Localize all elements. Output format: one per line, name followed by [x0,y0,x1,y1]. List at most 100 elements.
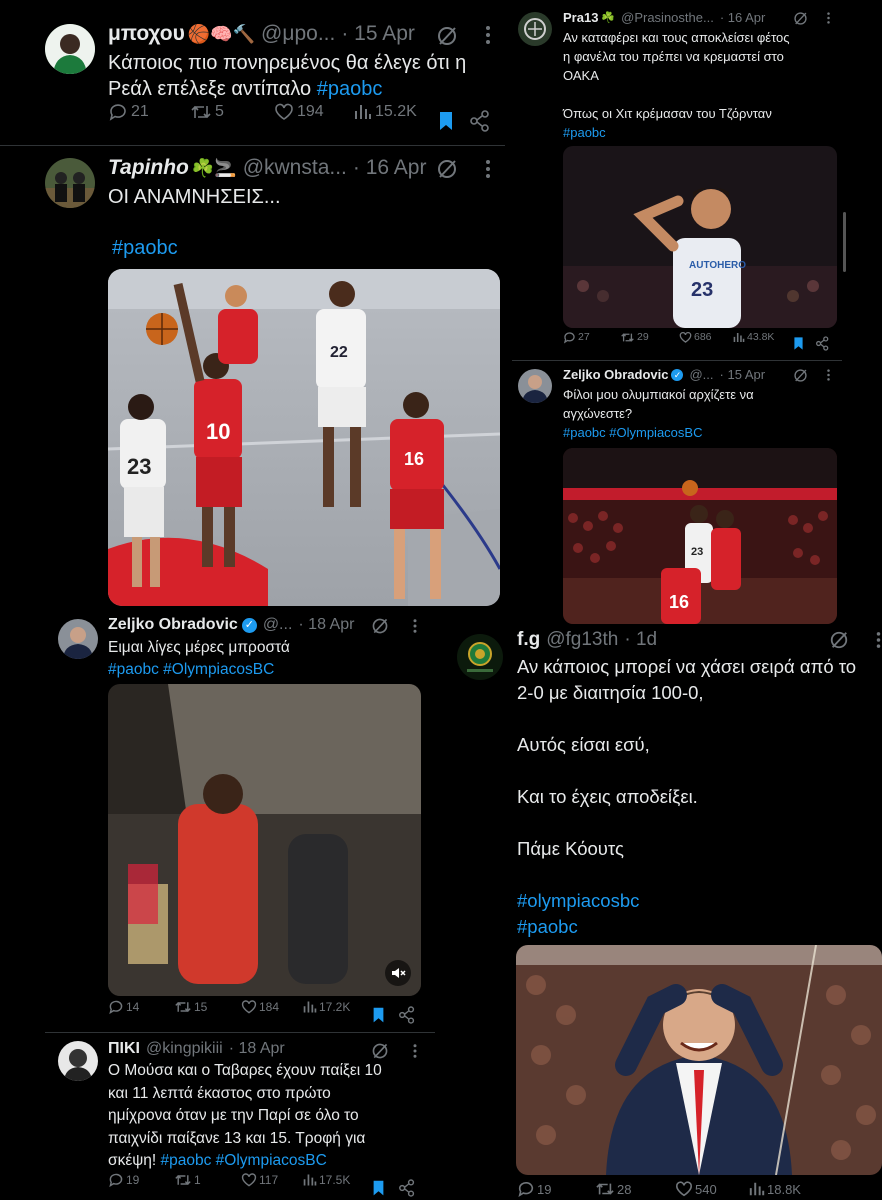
hashtag-link[interactable]: #olympiacosbc [517,888,856,914]
retweet-button[interactable]: 15 [174,999,207,1015]
hashtag-link[interactable]: #paobc [517,914,856,940]
grok-icon[interactable] [793,368,808,388]
share-icon[interactable] [816,336,829,354]
share-icon[interactable] [399,1179,415,1200]
reply-button[interactable]: 21 [108,102,149,122]
views-button[interactable]: 18.8K [749,1180,801,1198]
tweet-video[interactable] [108,684,421,996]
tweet-image-salute[interactable]: AUTOHERO 23 [563,146,837,328]
bookmark-icon[interactable] [438,110,454,137]
author-name[interactable]: Zeljko Obradovic [108,616,238,634]
hashtag-link[interactable]: #paobc [563,123,790,142]
like-button[interactable]: 194 [274,102,324,122]
tweet-zeljko-video[interactable]: Zeljko Obradovic ✓ @... · 18 Apr Ειμαι λ… [0,611,435,1031]
hashtag-link[interactable]: #paobc #OlympiacosBC [563,423,754,442]
avatar-image [58,1041,98,1081]
tweet-zeljko-image[interactable]: Zeljko Obradovic ✓ @... · 15 Apr Φίλοι μ… [505,361,845,626]
tweet-date[interactable]: · 16 Apr [720,10,766,25]
author-handle[interactable]: @fg13th [546,629,618,651]
views-button[interactable]: 17.2K [303,999,350,1015]
heart-icon [241,1173,257,1187]
tweet-date[interactable]: · 15 Apr [720,367,766,382]
hashtag-link[interactable]: #paobc #OlympiacosBC [161,1152,327,1169]
views-button[interactable]: 15.2K [354,102,417,122]
bookmark-icon[interactable] [793,336,804,354]
more-icon[interactable] [412,1043,418,1064]
tweet-mpoxou[interactable]: μποχου 🏀🧠🔨 @μpo... · 15 Apr Κάποιος πιο … [0,0,505,145]
tweet-text-line: Αν κάποιος μπορεί να χάσει σειρά από το [517,656,857,677]
author-handle[interactable]: @... [689,367,713,382]
views-icon [303,1001,317,1013]
author-name[interactable]: Tapinho [108,156,189,180]
avatar[interactable] [457,634,503,680]
tweet-piki[interactable]: ΠΙΚΙ @kingpikiii · 18 Apr Ο Μούσα και ο … [0,1033,435,1200]
jersey-number: 16 [404,449,424,469]
scrollbar-thumb[interactable] [843,212,846,272]
like-button[interactable]: 184 [241,999,279,1015]
more-icon[interactable] [484,25,492,50]
reply-button[interactable]: 19 [517,1180,551,1198]
avatar[interactable] [45,158,95,208]
mute-icon[interactable] [385,960,411,986]
retweet-button[interactable]: 5 [190,102,224,122]
tweet-date[interactable]: · 15 Apr [341,22,415,46]
tweet-tapinho[interactable]: Tapinho ☘️🚬 @kwnsta... · 16 Apr ΟΙ ΑΝΑΜΝ… [0,146,505,611]
more-icon[interactable] [826,368,831,387]
hashtag-link[interactable]: #paobc #OlympiacosBC [108,659,290,681]
reply-button[interactable]: 19 [108,1172,139,1188]
author-handle[interactable]: @... [263,616,293,634]
share-icon[interactable] [399,1006,415,1027]
grok-icon[interactable] [436,25,458,52]
author-handle[interactable]: @kingpikiii [146,1040,223,1058]
retweet-button[interactable]: 1 [174,1172,201,1188]
avatar[interactable] [518,12,552,46]
reply-button[interactable]: 14 [108,999,139,1015]
author-name[interactable]: ΠΙΚΙ [108,1040,140,1058]
avatar[interactable] [58,1041,98,1081]
grok-icon[interactable] [829,630,849,655]
bookmark-icon[interactable] [372,1179,385,1200]
author-handle[interactable]: @Prasinosthe... [621,10,714,25]
avatar[interactable] [45,24,95,74]
reply-button[interactable]: 27 [563,331,590,344]
more-icon[interactable] [875,631,882,654]
more-icon[interactable] [826,11,831,30]
tweet-pra13[interactable]: Pra13 ☘️ @Prasinosthe... · 16 Apr Αν κατ… [505,0,846,360]
more-icon[interactable] [412,618,418,639]
tweet-text-line [517,862,856,888]
like-button[interactable]: 540 [675,1180,717,1198]
tweet-date[interactable]: · 1d [624,629,657,651]
tweet-image-basketball[interactable]: 23 10 22 16 [108,269,500,606]
retweet-button[interactable]: 29 [620,331,649,344]
tweet-image-arena[interactable]: 23 16 [563,448,837,624]
grok-icon[interactable] [371,617,389,640]
author-name[interactable]: μποχου [108,22,185,46]
more-icon[interactable] [484,159,492,184]
tweet-text-line: αγχώνεστε? [563,406,633,421]
avatar[interactable] [518,369,552,403]
tweet-date[interactable]: · 18 Apr [298,616,354,634]
views-button[interactable]: 43.8K [733,331,774,344]
tweet-text-line: ΟΙ ΑΝΑΜΝΗΣΕΙΣ... [108,186,281,208]
author-name[interactable]: f.g [517,629,540,651]
tweet-date[interactable]: · 18 Apr [229,1040,285,1058]
avatar[interactable] [58,619,98,659]
retweet-button[interactable]: 28 [595,1180,631,1198]
tweet-fg[interactable]: f.g @fg13th · 1d Αν κάποιος μπορεί να χά… [445,626,882,1200]
views-button[interactable]: 17.5K [303,1172,350,1188]
tweet-date[interactable]: · 16 Apr [353,156,427,180]
bookmark-icon[interactable] [372,1006,385,1027]
author-name[interactable]: Zeljko Obradovic [563,367,668,382]
grok-icon[interactable] [436,158,458,185]
share-icon[interactable] [470,110,490,137]
tweet-text-line [517,706,856,732]
hashtag-link[interactable]: #paobc [112,237,178,259]
hashtag-link[interactable]: #paobc [317,78,383,100]
like-button[interactable]: 117 [241,1172,278,1188]
tweet-image-coach[interactable] [516,945,882,1175]
author-handle[interactable]: @kwnsta... [243,156,347,180]
author-handle[interactable]: @μpo... [261,22,335,46]
author-name[interactable]: Pra13 [563,10,598,25]
like-button[interactable]: 686 [679,331,712,344]
grok-icon[interactable] [793,11,808,31]
